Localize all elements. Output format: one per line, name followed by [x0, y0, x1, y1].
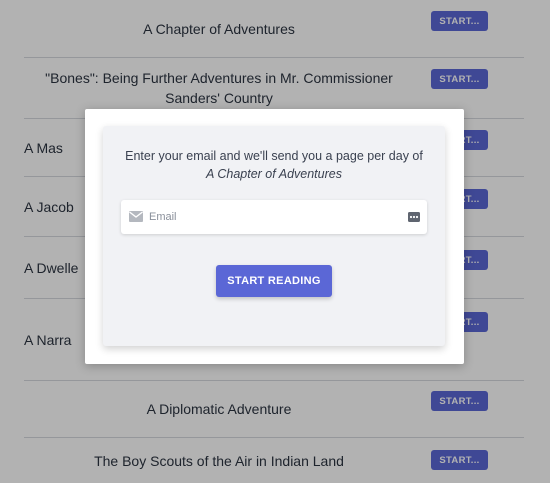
start-reading-button[interactable]: START READING [216, 265, 332, 297]
prompt-book-title: A Chapter of Adventures [206, 167, 342, 181]
mail-icon [129, 211, 143, 222]
email-input[interactable] [149, 200, 399, 234]
prompt-text: Enter your email and we'll send you a pa… [125, 149, 423, 163]
dots-icon[interactable] [408, 212, 420, 222]
subscribe-card: Enter your email and we'll send you a pa… [103, 126, 445, 346]
subscribe-modal: Enter your email and we'll send you a pa… [85, 109, 464, 364]
email-field[interactable] [121, 200, 427, 234]
subscribe-prompt: Enter your email and we'll send you a pa… [103, 147, 445, 183]
